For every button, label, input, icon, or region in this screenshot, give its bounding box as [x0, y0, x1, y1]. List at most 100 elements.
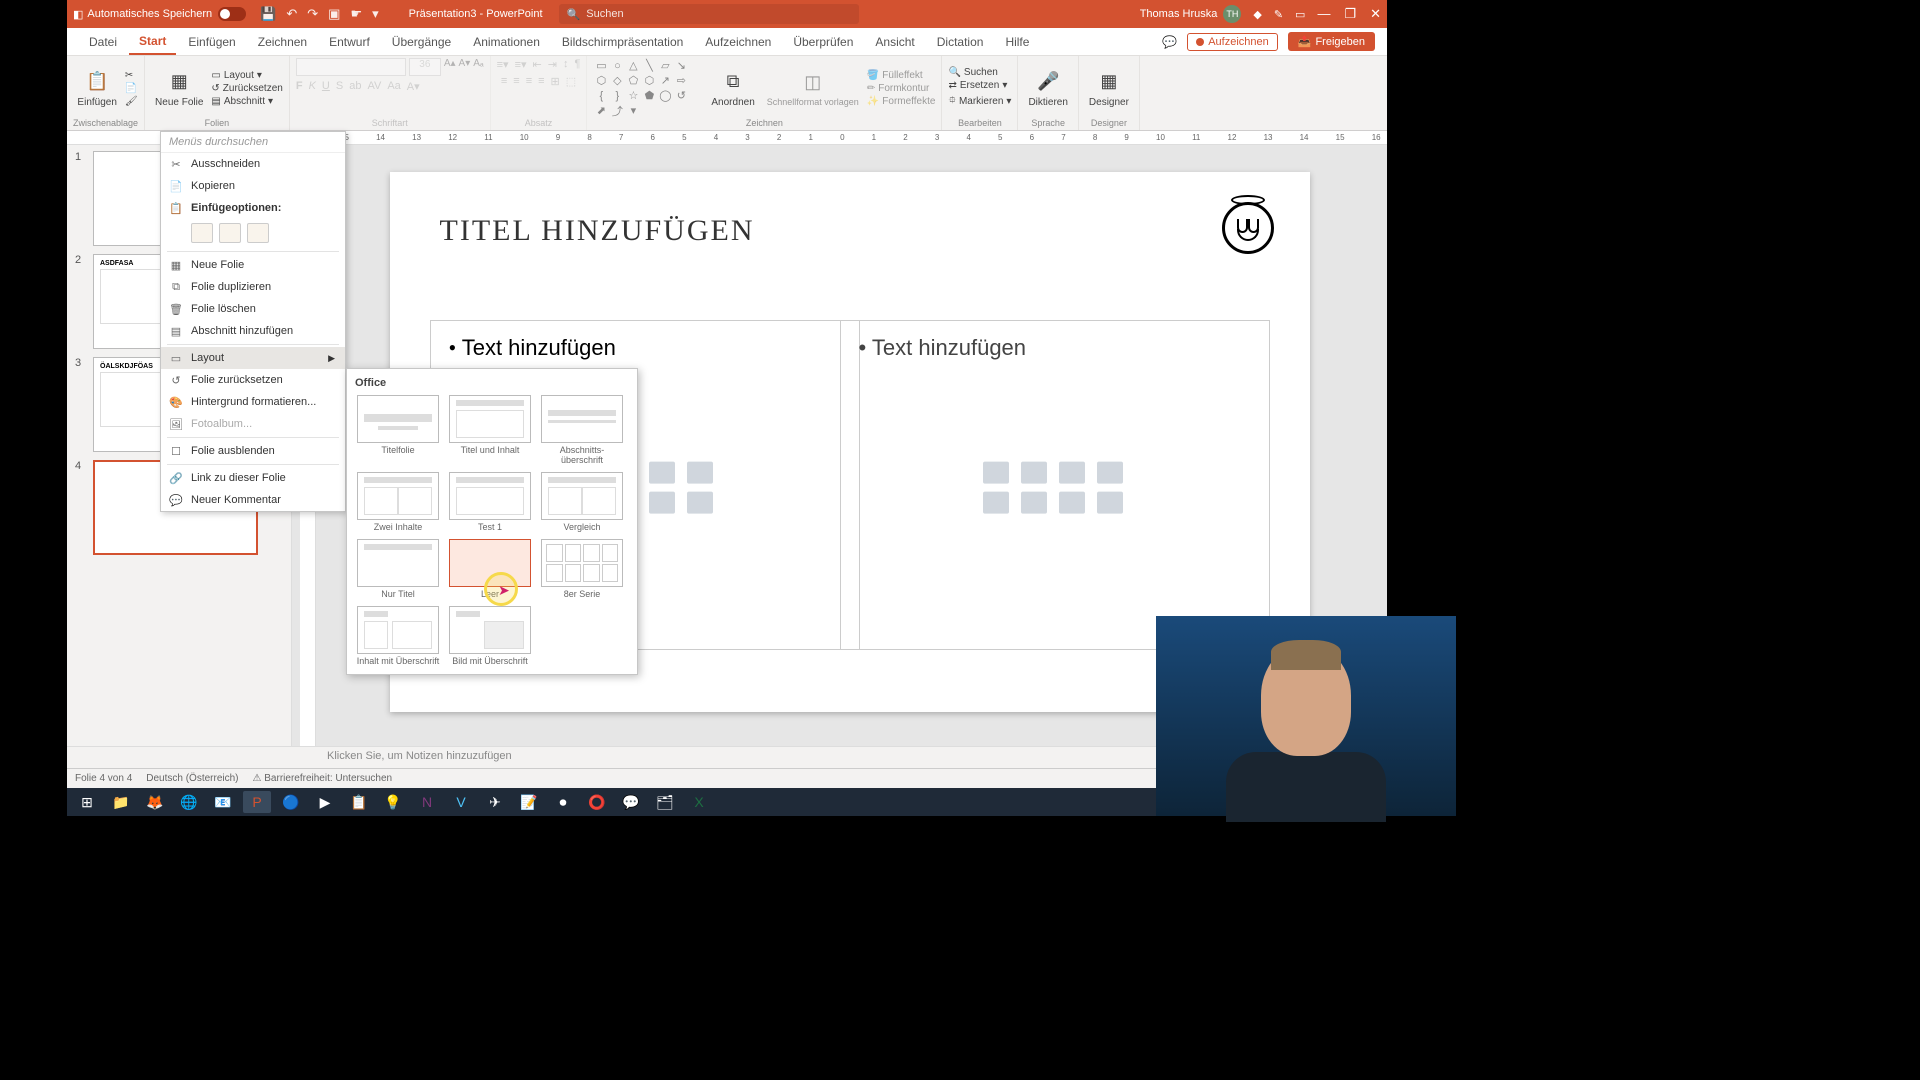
bold-button[interactable]: F: [296, 80, 303, 93]
find-button[interactable]: 🔍 Suchen: [948, 67, 1011, 78]
tb-app-2[interactable]: 📋: [345, 791, 373, 813]
ctx-delete[interactable]: 🗑Folie löschen: [161, 298, 345, 320]
ctx-duplicate[interactable]: ⧉Folie duplizieren: [161, 276, 345, 298]
tb-onenote[interactable]: N: [413, 791, 441, 813]
diamond-icon[interactable]: ◆: [1253, 8, 1261, 21]
shapes-gallery[interactable]: ▭○△╲▱↘⬡ ◇⬠⬡↗⇨{} ☆⬟◯↺⬈⤴▾: [593, 58, 703, 118]
menu-search[interactable]: Menüs durchsuchen: [161, 132, 345, 153]
tb-app-7[interactable]: 🗂: [651, 791, 679, 813]
ctx-comment[interactable]: 💬Neuer Kommentar: [161, 489, 345, 511]
layout-option-0[interactable]: Titelfolie: [355, 395, 441, 466]
ctx-new-slide[interactable]: ▦Neue Folie: [161, 254, 345, 276]
reset-button[interactable]: ↺ Zurücksetzen: [211, 83, 282, 94]
tab-datei[interactable]: Datei: [79, 30, 127, 54]
format-painter-icon[interactable]: 🖌: [125, 96, 138, 107]
comments-icon[interactable]: 💬: [1162, 35, 1177, 49]
tab-entwurf[interactable]: Entwurf: [319, 30, 380, 54]
new-slide-button[interactable]: ▦Neue Folie: [151, 67, 207, 110]
close-icon[interactable]: ✕: [1370, 6, 1381, 22]
ctx-cut[interactable]: ✂Ausschneiden: [161, 153, 345, 175]
layout-option-4[interactable]: Test 1: [447, 472, 533, 533]
layout-option-2[interactable]: Abschnitts-überschrift: [539, 395, 625, 466]
ctx-format-bg[interactable]: 🎨Hintergrund formatieren...: [161, 391, 345, 413]
tb-app-3[interactable]: 💡: [379, 791, 407, 813]
slideshow-icon[interactable]: ▣: [328, 6, 340, 22]
tb-explorer[interactable]: 📁: [107, 791, 135, 813]
paste-opt-2[interactable]: [219, 223, 241, 243]
font-color-button[interactable]: A▾: [407, 80, 420, 93]
start-button[interactable]: ⊞: [73, 791, 101, 813]
minimize-icon[interactable]: —: [1317, 6, 1330, 22]
tab-bildschirmpraesentation[interactable]: Bildschirmpräsentation: [552, 30, 693, 54]
tb-chrome[interactable]: 🌐: [175, 791, 203, 813]
tab-ansicht[interactable]: Ansicht: [865, 30, 924, 54]
touch-icon[interactable]: ☛: [350, 6, 362, 22]
cut-icon[interactable]: ✂: [125, 70, 138, 81]
dictate-button[interactable]: 🎤Diktieren: [1024, 67, 1071, 110]
tab-einfuegen[interactable]: Einfügen: [178, 30, 245, 54]
tb-app-5[interactable]: 📝: [515, 791, 543, 813]
tb-firefox[interactable]: 🦊: [141, 791, 169, 813]
ctx-layout[interactable]: ▭Layout▶: [161, 347, 345, 369]
tb-vlc[interactable]: ▶: [311, 791, 339, 813]
paste-opt-1[interactable]: [191, 223, 213, 243]
layout-option-10[interactable]: Bild mit Überschrift: [447, 606, 533, 667]
ctx-add-section[interactable]: ▤Abschnitt hinzufügen: [161, 320, 345, 342]
tb-discord[interactable]: 💬: [617, 791, 645, 813]
paste-opt-3[interactable]: [247, 223, 269, 243]
quickstyles-button[interactable]: ◫Schnellformat vorlagen: [763, 67, 863, 109]
autosave-toggle[interactable]: [218, 7, 246, 21]
tb-telegram[interactable]: ✈: [481, 791, 509, 813]
tab-dictation[interactable]: Dictation: [927, 30, 994, 54]
maximize-icon[interactable]: ❐: [1344, 6, 1356, 22]
arrange-button[interactable]: ⧉Anordnen: [707, 67, 758, 110]
tab-hilfe[interactable]: Hilfe: [995, 30, 1039, 54]
layout-option-6[interactable]: Nur Titel: [355, 539, 441, 600]
tab-aufzeichnen[interactable]: Aufzeichnen: [695, 30, 781, 54]
status-language[interactable]: Deutsch (Österreich): [146, 773, 238, 784]
ctx-hide[interactable]: ☐Folie ausblenden: [161, 440, 345, 462]
tb-obs[interactable]: ⏺: [549, 791, 577, 813]
status-accessibility[interactable]: ⚠ Barrierefreiheit: Untersuchen: [253, 773, 393, 784]
tb-app-4[interactable]: V: [447, 791, 475, 813]
search-input[interactable]: [586, 8, 850, 20]
qat-more-icon[interactable]: ▾: [372, 6, 379, 22]
record-button[interactable]: Aufzeichnen: [1187, 33, 1278, 51]
copy-icon[interactable]: 📄: [125, 83, 138, 94]
share-button[interactable]: 📤 Freigeben: [1288, 32, 1375, 51]
ctx-link[interactable]: 🔗Link zu dieser Folie: [161, 467, 345, 489]
tab-uebergaenge[interactable]: Übergänge: [382, 30, 461, 54]
ctx-reset[interactable]: ↺Folie zurücksetzen: [161, 369, 345, 391]
effects-button[interactable]: ✨ Formeffekte: [867, 96, 936, 107]
font-size-combo[interactable]: 36: [409, 58, 441, 76]
save-icon[interactable]: 💾: [260, 6, 276, 22]
layout-button[interactable]: ▭ Layout ▾: [211, 70, 282, 81]
layout-option-5[interactable]: Vergleich: [539, 472, 625, 533]
tb-outlook[interactable]: 📧: [209, 791, 237, 813]
italic-button[interactable]: K: [309, 80, 316, 93]
tab-start[interactable]: Start: [129, 29, 176, 55]
layout-option-3[interactable]: Zwei Inhalte: [355, 472, 441, 533]
replace-button[interactable]: ⇄ Ersetzen ▾: [948, 80, 1011, 91]
search-box[interactable]: 🔍: [559, 4, 859, 24]
layout-option-9[interactable]: Inhalt mit Überschrift: [355, 606, 441, 667]
strike-button[interactable]: S: [336, 80, 343, 93]
paste-button[interactable]: 📋Einfügen: [73, 67, 120, 110]
tb-app-1[interactable]: 🔵: [277, 791, 305, 813]
layout-option-8[interactable]: 8er Serie: [539, 539, 625, 600]
layout-option-7[interactable]: Leer: [447, 539, 533, 600]
redo-icon[interactable]: ↷: [307, 6, 318, 22]
pen-icon[interactable]: ✎: [1274, 8, 1283, 21]
section-button[interactable]: ▤ Abschnitt ▾: [211, 96, 282, 107]
window-icon[interactable]: ▭: [1295, 8, 1305, 21]
underline-button[interactable]: U: [322, 80, 330, 93]
tb-powerpoint[interactable]: P: [243, 791, 271, 813]
tb-excel[interactable]: X: [685, 791, 713, 813]
layout-option-1[interactable]: Titel und Inhalt: [447, 395, 533, 466]
tab-zeichnen[interactable]: Zeichnen: [248, 30, 317, 54]
designer-button[interactable]: ▦Designer: [1085, 67, 1133, 110]
outline-button[interactable]: ✏ Formkontur: [867, 83, 936, 94]
smiley-shape[interactable]: [1222, 202, 1274, 254]
ctx-copy[interactable]: 📄Kopieren: [161, 175, 345, 197]
content-placeholder-right[interactable]: • Text hinzufügen: [840, 320, 1270, 650]
